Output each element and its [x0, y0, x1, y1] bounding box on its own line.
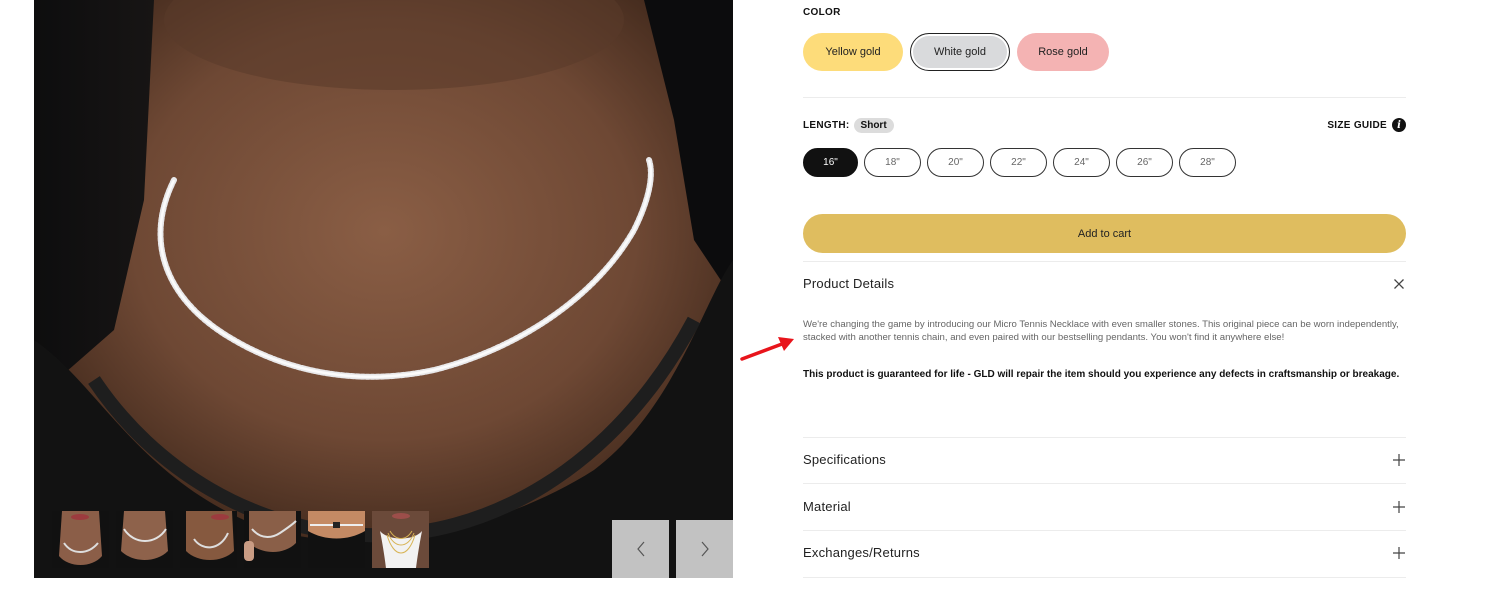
plus-icon[interactable]	[1392, 500, 1406, 514]
product-guarantee: This product is guaranteed for life - GL…	[803, 369, 1400, 380]
accordion-title: Product Details	[803, 276, 895, 291]
thumbnail-strip	[52, 511, 429, 568]
close-icon[interactable]	[1392, 277, 1406, 291]
color-option-yellow-gold[interactable]: Yellow gold	[803, 33, 903, 71]
divider	[803, 261, 1406, 262]
thumbnail[interactable]	[52, 511, 109, 568]
accordion-title: Exchanges/Returns	[803, 545, 920, 560]
length-option-16[interactable]: 16"	[803, 148, 858, 177]
accordion-title: Material	[803, 499, 851, 514]
product-gallery	[34, 0, 733, 578]
color-option-white-gold[interactable]: White gold	[910, 33, 1010, 71]
accordion-exchanges-returns-header[interactable]: Exchanges/Returns	[803, 545, 1406, 560]
thumbnail[interactable]	[308, 511, 365, 568]
divider	[803, 437, 1406, 438]
divider	[803, 530, 1406, 531]
plus-icon[interactable]	[1392, 546, 1406, 560]
thumbnail[interactable]	[244, 511, 301, 568]
length-options: 16" 18" 20" 22" 24" 26" 28"	[803, 148, 1236, 177]
add-to-cart-button[interactable]: Add to cart	[803, 214, 1406, 253]
length-header: LENGTH: Short	[803, 118, 894, 133]
accordion-product-details-header[interactable]: Product Details	[803, 276, 1406, 291]
divider	[803, 483, 1406, 484]
accordion-material-header[interactable]: Material	[803, 499, 1406, 514]
gallery-next-button[interactable]	[676, 520, 733, 578]
size-guide-label: SIZE GUIDE	[1327, 119, 1387, 131]
length-option-22[interactable]: 22"	[990, 148, 1047, 177]
divider	[803, 97, 1406, 98]
length-option-26[interactable]: 26"	[1116, 148, 1173, 177]
chevron-right-icon	[701, 541, 709, 557]
info-icon: i	[1392, 118, 1406, 132]
plus-icon[interactable]	[1392, 453, 1406, 467]
annotation-arrow-icon	[740, 337, 794, 361]
length-option-28[interactable]: 28"	[1179, 148, 1236, 177]
color-label: COLOR	[803, 7, 841, 18]
gallery-prev-button[interactable]	[612, 520, 669, 578]
product-description: We're changing the game by introducing o…	[803, 319, 1399, 343]
divider	[803, 577, 1406, 578]
thumbnail[interactable]	[372, 511, 429, 568]
thumbnail[interactable]	[116, 511, 173, 568]
size-guide-link[interactable]: SIZE GUIDE i	[1327, 118, 1406, 132]
accordion-title: Specifications	[803, 452, 887, 467]
thumbnail[interactable]	[180, 511, 237, 568]
color-swatches: Yellow gold White gold Rose gold	[803, 33, 1109, 71]
length-option-18[interactable]: 18"	[864, 148, 921, 177]
chevron-left-icon	[636, 541, 644, 557]
length-category-badge: Short	[853, 118, 894, 133]
length-option-20[interactable]: 20"	[927, 148, 984, 177]
accordion-specifications-header[interactable]: Specifications	[803, 452, 1406, 467]
length-option-24[interactable]: 24"	[1053, 148, 1110, 177]
color-option-rose-gold[interactable]: Rose gold	[1017, 33, 1109, 71]
product-hero-image[interactable]	[34, 0, 733, 578]
length-label: LENGTH:	[803, 120, 850, 131]
